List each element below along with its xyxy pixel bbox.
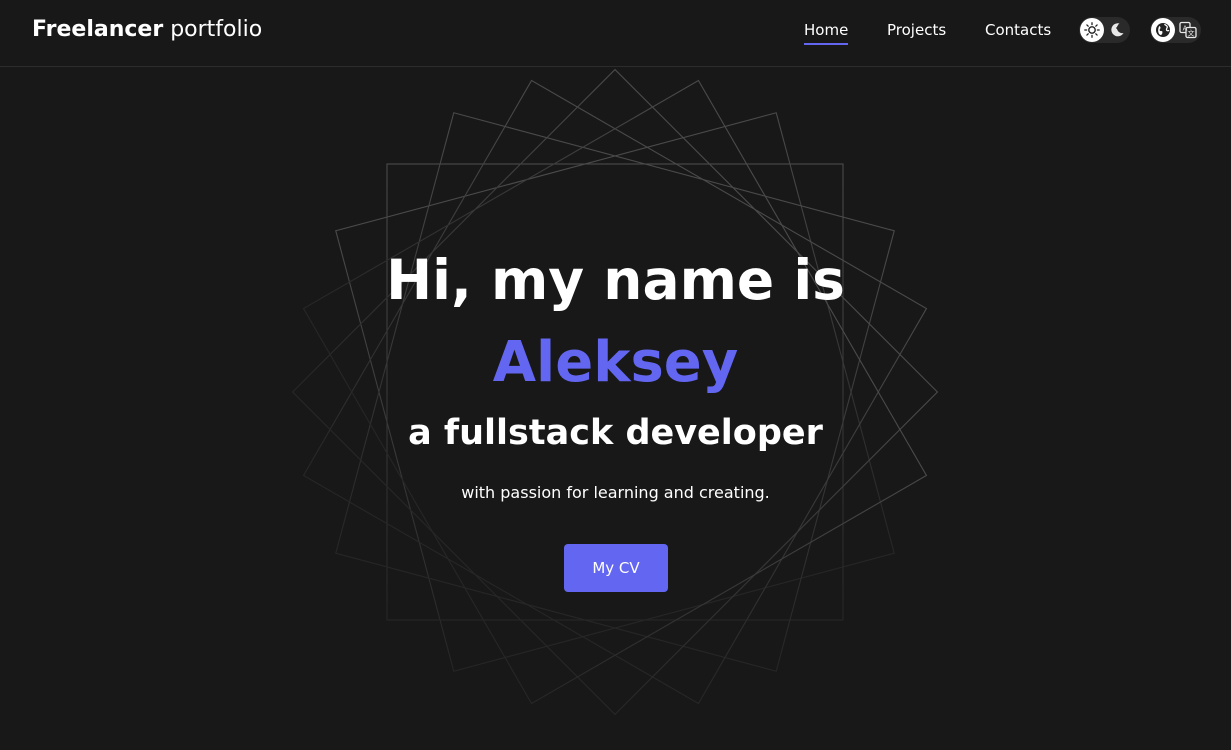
hero-tagline: with passion for learning and creating. [461, 483, 770, 502]
globe-icon [1151, 18, 1175, 42]
nav-home[interactable]: Home [804, 19, 849, 45]
nav-contacts[interactable]: Contacts [985, 19, 1051, 45]
logo-bold-text: Freelancer [32, 17, 164, 42]
rotating-squares-decoration [291, 68, 939, 716]
logo-light-text: portfolio [170, 17, 263, 42]
hero-name: Aleksey [492, 330, 739, 395]
svg-text:文: 文 [1188, 29, 1195, 38]
hero-greeting: Hi, my name is [386, 248, 845, 312]
nav-projects[interactable]: Projects [887, 19, 946, 45]
moon-icon [1108, 21, 1126, 39]
site-header: Freelancer portfolio Home Projects Conta… [0, 0, 1231, 67]
translate-icon: A 文 [1179, 21, 1197, 39]
hero-role: a fullstack developer [408, 413, 823, 453]
my-cv-button[interactable]: My CV [564, 544, 668, 592]
sun-icon [1080, 18, 1104, 42]
theme-toggle[interactable] [1079, 17, 1130, 43]
site-logo[interactable]: Freelancer portfolio [32, 15, 262, 45]
language-toggle[interactable]: A 文 [1150, 17, 1201, 43]
